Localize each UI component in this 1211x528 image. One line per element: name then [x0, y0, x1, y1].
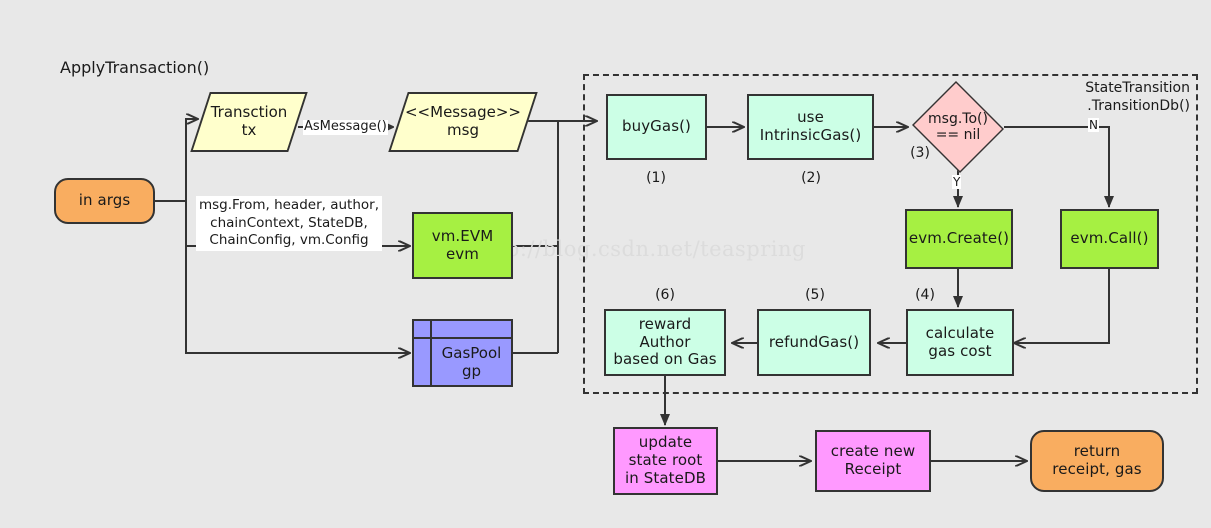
node-use-intrinsic-gas[interactable]: use IntrinsicGas(): [747, 94, 874, 160]
node-evm-create[interactable]: evm.Create(): [905, 209, 1013, 269]
node-reward-author[interactable]: reward Author based on Gas: [604, 309, 726, 376]
node-evm-call-label: evm.Call(): [1070, 229, 1149, 248]
step-number-reward-author: (6): [655, 287, 675, 303]
page-title: ApplyTransaction(): [60, 58, 210, 77]
node-transaction-label: Transction tx: [210, 103, 288, 139]
node-update-state-root[interactable]: update state root in StateDB: [613, 427, 718, 495]
node-return-receipt-label: return receipt, gas: [1052, 442, 1142, 478]
node-in-args-label: in args: [78, 191, 131, 210]
node-transaction[interactable]: Transction tx: [190, 92, 308, 152]
region-title: StateTransition .TransitionDb(): [1085, 80, 1190, 114]
node-return-receipt[interactable]: return receipt, gas: [1030, 430, 1164, 492]
node-message[interactable]: <<Message>> msg: [388, 92, 538, 152]
node-gaspool-label: GasPool gp: [441, 344, 502, 380]
node-refund-gas-label: refundGas(): [768, 332, 860, 351]
step-number-use-intrinsic-gas: (2): [801, 170, 821, 186]
node-calculate-gas-cost-label: calculate gas cost: [925, 323, 995, 360]
node-evm-call[interactable]: evm.Call(): [1060, 209, 1159, 269]
step-number-buy-gas: (1): [646, 170, 666, 186]
edge-label-args-list: msg.From, header, author, chainContext, …: [196, 196, 382, 251]
node-vm-evm-label: vm.EVM evm: [431, 226, 494, 263]
node-message-label: <<Message>> msg: [404, 103, 521, 139]
node-vm-evm[interactable]: vm.EVM evm: [412, 212, 513, 279]
step-number-calculate-gas-cost: (4): [915, 287, 935, 303]
branch-label-no: N: [1088, 118, 1099, 132]
edge-label-as-message: AsMessage(): [303, 119, 388, 135]
node-in-args[interactable]: in args: [54, 178, 155, 224]
node-evm-create-label: evm.Create(): [908, 229, 1010, 248]
branch-label-yes: Y: [952, 175, 962, 189]
node-reward-author-label: reward Author based on Gas: [613, 314, 717, 369]
node-use-intrinsic-gas-label: use IntrinsicGas(): [759, 108, 862, 144]
node-calculate-gas-cost[interactable]: calculate gas cost: [906, 309, 1014, 376]
node-gaspool[interactable]: GasPool gp: [412, 319, 513, 387]
step-number-refund-gas: (5): [805, 287, 825, 303]
node-create-receipt-label: create new Receipt: [830, 442, 916, 478]
node-buy-gas-label: buyGas(): [621, 117, 692, 136]
node-refund-gas[interactable]: refundGas(): [757, 309, 871, 376]
step-number-msg-to-nil: (3): [910, 145, 930, 161]
node-create-receipt[interactable]: create new Receipt: [815, 430, 931, 492]
flowchart-canvas: http://blog.csdn.net/teaspring ApplyTran…: [0, 0, 1211, 528]
node-buy-gas[interactable]: buyGas(): [606, 94, 707, 160]
node-update-state-root-label: update state root in StateDB: [625, 433, 706, 487]
